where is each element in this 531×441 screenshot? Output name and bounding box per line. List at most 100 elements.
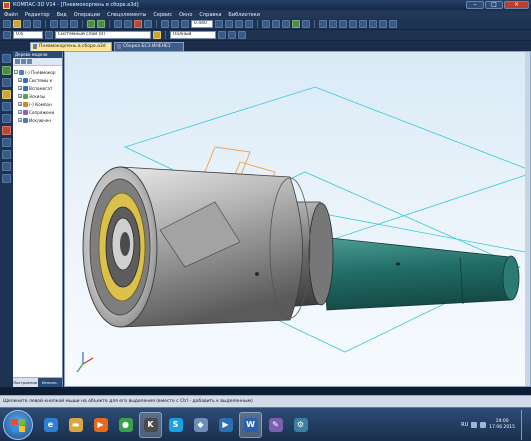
menu-service[interactable]: Сервис bbox=[153, 12, 172, 18]
layer-combo[interactable]: Системный слой (0) bbox=[55, 31, 151, 39]
expand-icon[interactable]: + bbox=[18, 118, 22, 122]
print-icon[interactable] bbox=[33, 20, 41, 28]
clock[interactable]: 19:00 17.06.2015 bbox=[489, 419, 515, 431]
maximize-button[interactable]: □ bbox=[485, 1, 503, 9]
array-icon[interactable] bbox=[2, 102, 11, 111]
menu-libraries[interactable]: Библиотеки bbox=[228, 12, 260, 18]
tree-item-root[interactable]: - (-) Пневмокор bbox=[13, 68, 62, 76]
taskbar-player[interactable]: ▶ bbox=[214, 412, 237, 438]
shaded-icon[interactable] bbox=[282, 20, 290, 28]
state-combo[interactable]: Полный bbox=[170, 31, 216, 39]
edit-assembly-icon[interactable] bbox=[2, 54, 11, 63]
menu-help[interactable]: Справка bbox=[199, 12, 221, 18]
language-indicator[interactable]: RU bbox=[461, 422, 468, 428]
settings-icon[interactable] bbox=[369, 20, 377, 28]
component-icon[interactable] bbox=[2, 78, 11, 87]
check-icon[interactable] bbox=[349, 20, 357, 28]
library-manager-icon[interactable] bbox=[124, 20, 132, 28]
tree-item-exclusions[interactable]: + Исключен bbox=[13, 116, 62, 124]
mass-icon[interactable] bbox=[339, 20, 347, 28]
tree-item-mates[interactable]: + Сопряжени bbox=[13, 108, 62, 116]
sketch-icon[interactable] bbox=[2, 66, 11, 75]
collision-icon[interactable] bbox=[359, 20, 367, 28]
taskbar-kompas[interactable]: K bbox=[139, 411, 162, 438]
taskbar-ie[interactable]: e bbox=[39, 412, 62, 438]
orientation-icon[interactable] bbox=[235, 20, 243, 28]
layer-props-icon[interactable] bbox=[153, 31, 161, 39]
layer-icon[interactable] bbox=[45, 31, 53, 39]
aux-geometry-icon[interactable] bbox=[2, 114, 11, 123]
spec-icon[interactable] bbox=[379, 20, 387, 28]
variables-icon[interactable] bbox=[134, 20, 142, 28]
expand-icon[interactable]: + bbox=[18, 78, 22, 82]
expand-icon[interactable]: + bbox=[18, 86, 22, 90]
viewport-scrollbar[interactable] bbox=[525, 52, 530, 386]
taskbar-paint[interactable]: ✎ bbox=[264, 412, 287, 438]
expand-icon[interactable]: + bbox=[18, 102, 22, 106]
menu-special[interactable]: Спецэлементы bbox=[107, 12, 146, 18]
snap-icon[interactable] bbox=[238, 31, 246, 39]
network-icon[interactable] bbox=[471, 421, 478, 428]
menu-file[interactable]: Файл bbox=[4, 12, 18, 18]
tree-item-coordinate-systems[interactable]: + Системы к bbox=[13, 76, 62, 84]
taskbar-chrome[interactable]: ● bbox=[114, 412, 137, 438]
open-folder-icon[interactable] bbox=[13, 20, 21, 28]
paste-icon[interactable] bbox=[70, 20, 78, 28]
report-tool-icon[interactable] bbox=[2, 174, 11, 183]
scale-combo[interactable]: 0.6 bbox=[13, 31, 43, 39]
copy-icon[interactable] bbox=[60, 20, 68, 28]
tree-item-aux-objects[interactable]: + Вспомогат bbox=[13, 84, 62, 92]
refresh-icon[interactable] bbox=[245, 20, 253, 28]
show-desktop-button[interactable] bbox=[521, 409, 527, 440]
save-icon[interactable] bbox=[23, 20, 31, 28]
menu-window[interactable]: Окно bbox=[179, 12, 192, 18]
new-file-icon[interactable] bbox=[3, 20, 11, 28]
surface-icon[interactable] bbox=[2, 126, 11, 135]
zoom-in-icon[interactable] bbox=[161, 20, 169, 28]
undo-icon[interactable] bbox=[87, 20, 95, 28]
tree-item-sketches[interactable]: + Эскизы bbox=[13, 92, 62, 100]
redo-icon[interactable] bbox=[97, 20, 105, 28]
close-button[interactable]: × bbox=[504, 1, 529, 9]
section-icon[interactable] bbox=[319, 20, 327, 28]
pan-icon[interactable] bbox=[215, 20, 223, 28]
tab-assembly[interactable]: Пневмокорпень в сборе.a3d bbox=[30, 42, 112, 51]
taskbar-skype[interactable]: S bbox=[164, 412, 187, 438]
menu-operations[interactable]: Операции bbox=[74, 12, 100, 18]
taskbar-explorer[interactable]: ▬ bbox=[64, 412, 87, 438]
measure-icon[interactable] bbox=[329, 20, 337, 28]
tab-build[interactable]: Построение bbox=[13, 378, 38, 387]
rotate-icon[interactable] bbox=[225, 20, 233, 28]
collapse-icon[interactable]: - bbox=[14, 70, 18, 74]
taskbar-app[interactable]: ◆ bbox=[189, 412, 212, 438]
wireframe-icon[interactable] bbox=[262, 20, 270, 28]
measure-tool-icon[interactable] bbox=[2, 138, 11, 147]
spec-tool-icon[interactable] bbox=[2, 162, 11, 171]
volume-icon[interactable] bbox=[480, 421, 487, 428]
properties-icon[interactable] bbox=[114, 20, 122, 28]
taskbar-word[interactable]: W bbox=[239, 411, 262, 438]
report-icon[interactable] bbox=[389, 20, 397, 28]
zoom-out-icon[interactable] bbox=[171, 20, 179, 28]
taskbar-kompas2[interactable]: ⚙ bbox=[289, 412, 312, 438]
expand-icon[interactable]: + bbox=[18, 94, 22, 98]
filter-icon[interactable] bbox=[228, 31, 236, 39]
tab-execution[interactable]: Исполн. bbox=[37, 378, 62, 387]
assembly-model-render[interactable] bbox=[65, 52, 531, 387]
hidden-lines-icon[interactable] bbox=[272, 20, 280, 28]
view-icon[interactable] bbox=[218, 31, 226, 39]
tree-item-components[interactable]: + (-) Компон bbox=[13, 100, 62, 108]
3d-viewport[interactable] bbox=[64, 51, 531, 387]
mate-icon[interactable] bbox=[2, 90, 11, 99]
start-button[interactable] bbox=[3, 409, 33, 440]
menu-edit[interactable]: Редактор bbox=[25, 12, 50, 18]
taskbar-media[interactable]: ▶ bbox=[89, 412, 112, 438]
zoom-window-icon[interactable] bbox=[181, 20, 189, 28]
tab-assembly-bsz[interactable]: Сборка БСЗ.ИНЕНЕ1 bbox=[114, 42, 184, 51]
zoom-combo[interactable]: 0.440 bbox=[191, 20, 213, 28]
select-icon[interactable] bbox=[2, 150, 11, 159]
help-icon[interactable] bbox=[144, 20, 152, 28]
perspective-icon[interactable] bbox=[302, 20, 310, 28]
tree-view-icon[interactable] bbox=[15, 59, 20, 64]
menu-view[interactable]: Вид bbox=[57, 12, 67, 18]
